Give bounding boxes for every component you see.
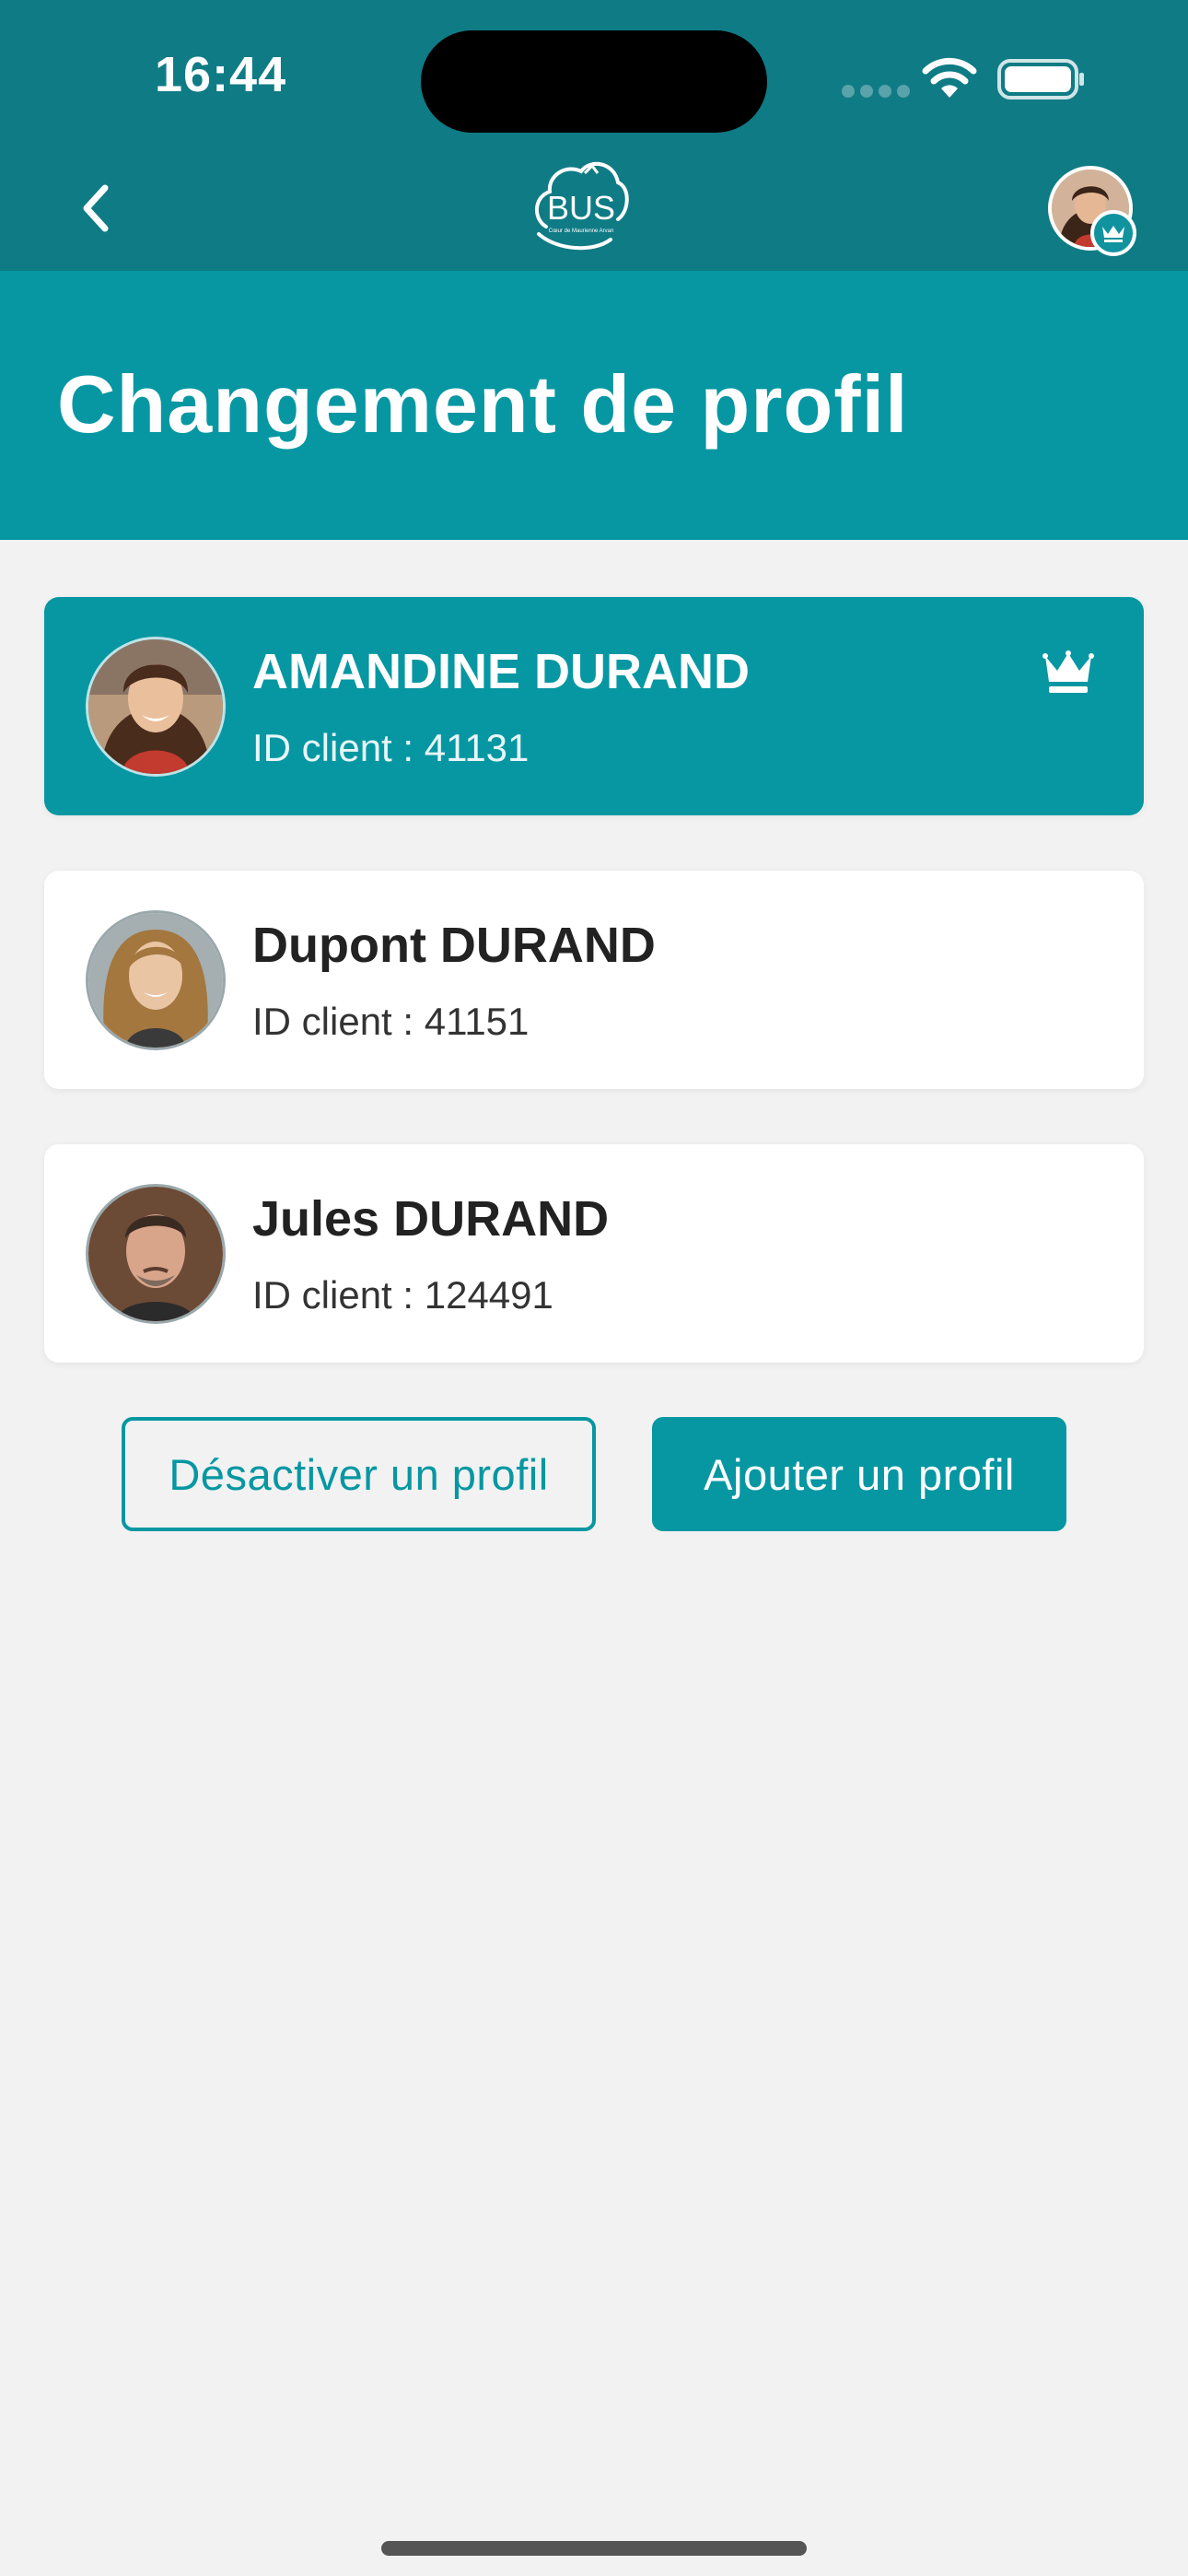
svg-text:Cœur de Maurienne Arvan: Cœur de Maurienne Arvan bbox=[549, 228, 614, 234]
profile-name: Dupont DURAND bbox=[252, 918, 656, 973]
deactivate-profile-button[interactable]: Désactiver un profil bbox=[122, 1417, 596, 1531]
avatar bbox=[86, 1184, 226, 1324]
cellular-signal-icon bbox=[842, 85, 910, 98]
wifi-icon bbox=[922, 57, 977, 98]
profile-name: AMANDINE DURAND bbox=[252, 644, 750, 699]
chevron-left-icon[interactable] bbox=[77, 182, 114, 234]
battery-icon bbox=[997, 59, 1084, 100]
profile-client-id: ID client : 41151 bbox=[252, 1000, 530, 1043]
svg-text:BUS: BUS bbox=[547, 189, 615, 227]
page-title: Changement de profil bbox=[57, 358, 909, 450]
profile-card-amandine[interactable]: AMANDINE DURAND ID client : 41131 bbox=[44, 597, 1144, 815]
add-profile-button[interactable]: Ajouter un profil bbox=[652, 1417, 1066, 1531]
profile-card-jules[interactable]: Jules DURAND ID client : 124491 bbox=[44, 1144, 1144, 1363]
profile-client-id: ID client : 124491 bbox=[252, 1273, 553, 1317]
page-header: Changement de profil bbox=[0, 271, 1188, 540]
home-indicator[interactable] bbox=[381, 2541, 807, 2556]
profile-client-id: ID client : 41131 bbox=[252, 726, 530, 769]
avatar bbox=[86, 910, 226, 1050]
top-bar: 16:44 BUS Cœur de Maurienne Arvan bbox=[0, 0, 1188, 271]
crown-icon bbox=[1042, 650, 1094, 693]
profile-card-dupont[interactable]: Dupont DURAND ID client : 41151 bbox=[44, 871, 1144, 1089]
owner-badge-icon bbox=[1090, 210, 1136, 256]
status-time: 16:44 bbox=[155, 47, 287, 102]
bus-logo: BUS Cœur de Maurienne Arvan bbox=[530, 155, 633, 263]
dynamic-island bbox=[421, 30, 767, 133]
avatar bbox=[86, 637, 226, 777]
profile-name: Jules DURAND bbox=[252, 1191, 610, 1247]
